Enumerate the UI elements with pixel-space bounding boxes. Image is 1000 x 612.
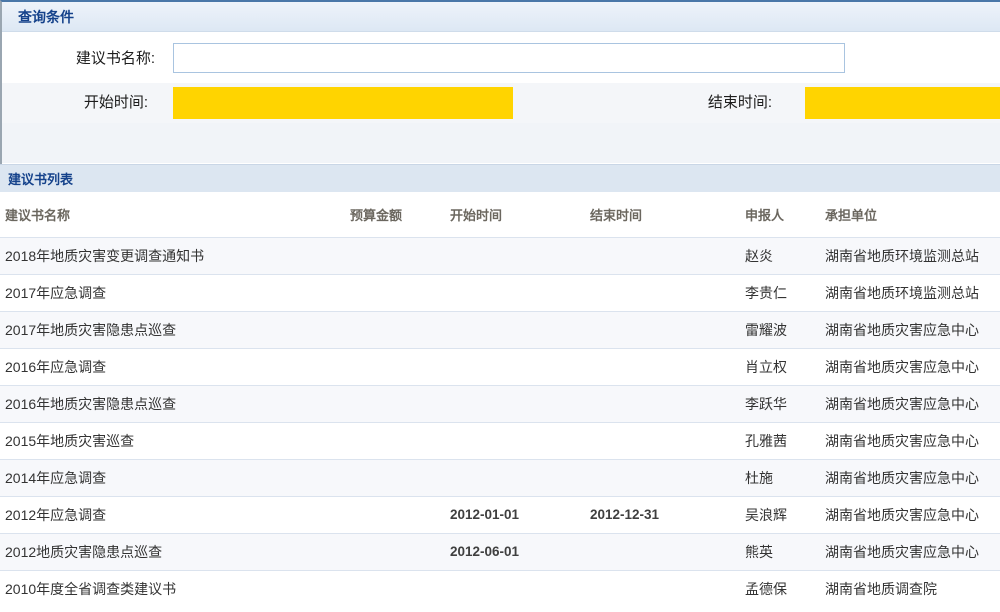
proposal-table-body: 2018年地质灾害变更调查通知书 赵炎 湖南省地质环境监测总站 2017年应急调…: [0, 237, 1000, 607]
column-header-applicant: 申报人: [740, 192, 820, 237]
cell-budget: [345, 274, 445, 311]
cell-unit: 湖南省地质环境监测总站: [820, 237, 1000, 274]
cell-budget: [345, 570, 445, 607]
proposal-list-title: 建议书列表: [8, 169, 73, 188]
proposal-name-row: 建议书名称:: [2, 32, 1000, 83]
start-time-input[interactable]: [173, 87, 513, 119]
cell-start-date: [445, 237, 585, 274]
cell-unit: 湖南省地质灾害应急中心: [820, 311, 1000, 348]
cell-start-date: 2012-06-01: [445, 533, 585, 570]
cell-end-date: 2012-12-31: [585, 496, 740, 533]
cell-end-date: [585, 311, 740, 348]
column-header-budget: 预算金额: [345, 192, 445, 237]
table-row[interactable]: 2015年地质灾害巡查 孔雅茜 湖南省地质灾害应急中心: [0, 422, 1000, 459]
cell-proposal-name: 2016年地质灾害隐患点巡查: [0, 385, 345, 422]
cell-unit: 湖南省地质灾害应急中心: [820, 422, 1000, 459]
cell-unit: 湖南省地质灾害应急中心: [820, 459, 1000, 496]
cell-proposal-name: 2017年应急调查: [0, 274, 345, 311]
cell-applicant: 孟德保: [740, 570, 820, 607]
cell-proposal-name: 2016年应急调查: [0, 348, 345, 385]
cell-proposal-name: 2012年应急调查: [0, 496, 345, 533]
table-row[interactable]: 2017年地质灾害隐患点巡查 雷耀波 湖南省地质灾害应急中心: [0, 311, 1000, 348]
cell-start-date: 2012-01-01: [445, 496, 585, 533]
cell-budget: [345, 237, 445, 274]
cell-applicant: 孔雅茜: [740, 422, 820, 459]
cell-applicant: 吴浪辉: [740, 496, 820, 533]
cell-start-date: [445, 459, 585, 496]
table-row[interactable]: 2016年地质灾害隐患点巡查 李跃华 湖南省地质灾害应急中心: [0, 385, 1000, 422]
cell-unit: 湖南省地质灾害应急中心: [820, 348, 1000, 385]
cell-end-date: [585, 459, 740, 496]
cell-unit: 湖南省地质调查院: [820, 570, 1000, 607]
cell-end-date: [585, 422, 740, 459]
cell-unit: 湖南省地质灾害应急中心: [820, 533, 1000, 570]
cell-proposal-name: 2018年地质灾害变更调查通知书: [0, 237, 345, 274]
cell-end-date: [585, 274, 740, 311]
cell-unit: 湖南省地质环境监测总站: [820, 274, 1000, 311]
cell-proposal-name: 2014年应急调查: [0, 459, 345, 496]
cell-end-date: [585, 533, 740, 570]
cell-unit: 湖南省地质灾害应急中心: [820, 385, 1000, 422]
cell-unit: 湖南省地质灾害应急中心: [820, 496, 1000, 533]
cell-budget: [345, 459, 445, 496]
table-row[interactable]: 2016年应急调查 肖立权 湖南省地质灾害应急中心: [0, 348, 1000, 385]
column-header-start: 开始时间: [445, 192, 585, 237]
cell-start-date: [445, 422, 585, 459]
date-range-row: 开始时间: 结束时间:: [2, 83, 1000, 123]
table-row[interactable]: 2010年度全省调查类建议书 孟德保 湖南省地质调查院: [0, 570, 1000, 607]
cell-end-date: [585, 570, 740, 607]
end-time-label: 结束时间:: [642, 83, 772, 123]
cell-applicant: 杜施: [740, 459, 820, 496]
cell-proposal-name: 2010年度全省调查类建议书: [0, 570, 345, 607]
query-panel-header: 查询条件: [2, 2, 1000, 32]
cell-applicant: 雷耀波: [740, 311, 820, 348]
cell-budget: [345, 385, 445, 422]
cell-end-date: [585, 348, 740, 385]
cell-start-date: [445, 570, 585, 607]
cell-budget: [345, 311, 445, 348]
proposal-table-header-row: 建议书名称 预算金额 开始时间 结束时间 申报人 承担单位: [0, 192, 1000, 237]
proposal-list-header: 建议书列表: [0, 164, 1000, 192]
cell-applicant: 肖立权: [740, 348, 820, 385]
start-time-label: 开始时间:: [2, 83, 148, 123]
table-row[interactable]: 2017年应急调查 李贵仁 湖南省地质环境监测总站: [0, 274, 1000, 311]
table-row[interactable]: 2012年应急调查 2012-01-01 2012-12-31 吴浪辉 湖南省地…: [0, 496, 1000, 533]
query-panel-title: 查询条件: [18, 7, 74, 27]
column-header-end: 结束时间: [585, 192, 740, 237]
cell-applicant: 赵炎: [740, 237, 820, 274]
end-time-input[interactable]: [805, 87, 1000, 119]
query-conditions-panel: 查询条件 建议书名称: 开始时间: 结束时间:: [0, 0, 1000, 164]
cell-proposal-name: 2015年地质灾害巡查: [0, 422, 345, 459]
cell-applicant: 李跃华: [740, 385, 820, 422]
cell-start-date: [445, 311, 585, 348]
column-header-unit: 承担单位: [820, 192, 1000, 237]
cell-end-date: [585, 385, 740, 422]
cell-budget: [345, 496, 445, 533]
query-panel-footer: [2, 123, 1000, 163]
table-row[interactable]: 2018年地质灾害变更调查通知书 赵炎 湖南省地质环境监测总站: [0, 237, 1000, 274]
cell-budget: [345, 422, 445, 459]
table-row[interactable]: 2012地质灾害隐患点巡查 2012-06-01 熊英 湖南省地质灾害应急中心: [0, 533, 1000, 570]
proposal-name-input[interactable]: [173, 43, 845, 73]
cell-start-date: [445, 274, 585, 311]
cell-start-date: [445, 348, 585, 385]
cell-applicant: 李贵仁: [740, 274, 820, 311]
proposal-table: 建议书名称 预算金额 开始时间 结束时间 申报人 承担单位 2018年地质灾害变…: [0, 192, 1000, 607]
cell-applicant: 熊英: [740, 533, 820, 570]
table-row[interactable]: 2014年应急调查 杜施 湖南省地质灾害应急中心: [0, 459, 1000, 496]
cell-proposal-name: 2017年地质灾害隐患点巡查: [0, 311, 345, 348]
column-header-name: 建议书名称: [0, 192, 345, 237]
cell-budget: [345, 533, 445, 570]
cell-end-date: [585, 237, 740, 274]
proposal-name-label: 建议书名称:: [2, 47, 155, 68]
cell-proposal-name: 2012地质灾害隐患点巡查: [0, 533, 345, 570]
cell-start-date: [445, 385, 585, 422]
cell-budget: [345, 348, 445, 385]
